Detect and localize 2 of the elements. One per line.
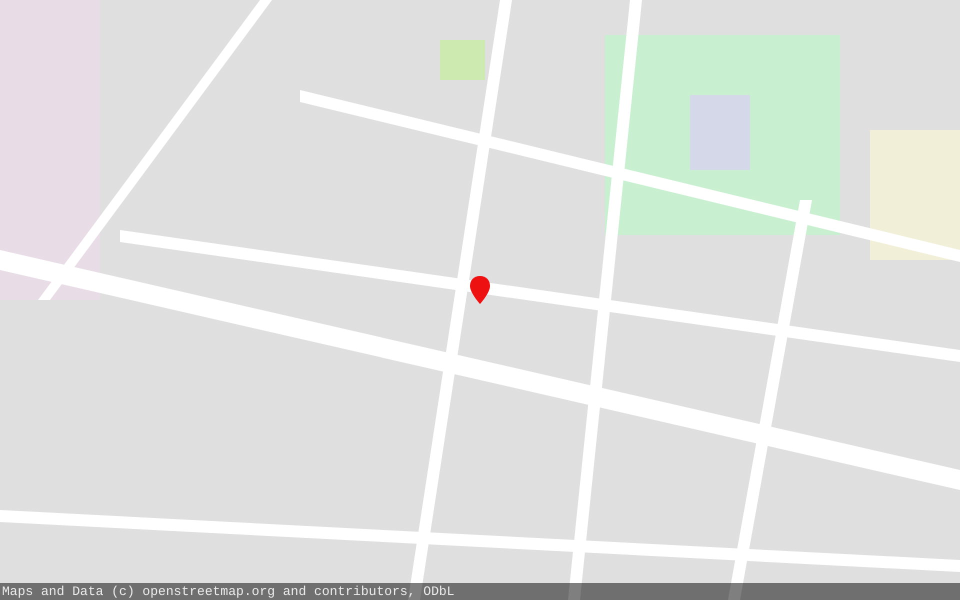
attribution-text: Maps and Data (c) openstreetmap.org and contributors, ODbL (2, 585, 454, 598)
map-pin-icon[interactable] (470, 276, 490, 304)
